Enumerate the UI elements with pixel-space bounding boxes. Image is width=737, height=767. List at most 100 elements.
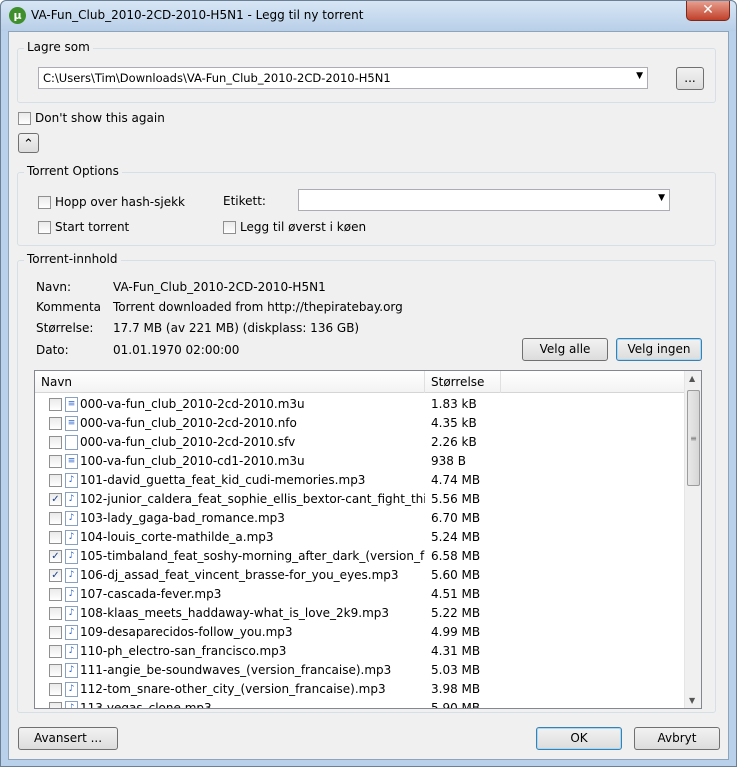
column-header-name[interactable]: Navn <box>35 371 425 393</box>
file-row[interactable]: ✓ ♪ 106-dj_assad_feat_vincent_brasse-for_y… <box>35 566 685 585</box>
scrollbar-thumb[interactable]: ≡ <box>687 390 700 486</box>
add-to-top-of-queue-checkbox[interactable]: Legg til øverst i køen <box>223 220 366 234</box>
dont-show-again-box[interactable] <box>18 111 31 125</box>
file-row[interactable]: ♪ 104-louis_corte-mathilde_a.mp3 5.24 MB <box>35 528 685 547</box>
audio-file-icon: ♪ <box>65 663 78 678</box>
title-bar[interactable]: µ VA-Fun_Club_2010-2CD-2010-H5N1 - Legg … <box>1 1 736 31</box>
file-row-checkbox[interactable] <box>49 398 62 411</box>
file-row-checkbox[interactable] <box>49 607 62 620</box>
name-label: Navn: <box>36 280 72 294</box>
column-header-size[interactable]: Størrelse <box>425 371 501 393</box>
file-row[interactable]: ♪ 109-desaparecidos-follow_you.mp3 4.99 MB <box>35 623 685 642</box>
file-size: 4.99 MB <box>431 625 481 639</box>
file-list[interactable]: Navn Størrelse ≡ 000-va-fun_club_2010-2cd… <box>34 370 702 709</box>
file-name: 110-ph_electro-san_francisco.mp3 <box>80 644 287 658</box>
file-row[interactable]: ♪ 111-angie_be-soundwaves_(version_franca… <box>35 661 685 680</box>
file-row-checkbox[interactable] <box>49 436 62 449</box>
file-size: 5.24 MB <box>431 530 481 544</box>
skip-hash-check-label: Hopp over hash-sjekk <box>55 195 186 209</box>
file-list-header: Navn Størrelse <box>35 371 685 393</box>
add-to-top-box[interactable] <box>223 220 236 234</box>
vertical-scrollbar[interactable]: ▲ ≡ ▼ <box>684 371 701 708</box>
file-row[interactable]: ≡ 000-va-fun_club_2010-2cd-2010.nfo 4.35 k… <box>35 414 685 433</box>
file-row[interactable]: ≡ 000-va-fun_club_2010-2cd-2010.m3u 1.83 k… <box>35 395 685 414</box>
dialog-body: Lagre som C:\Users\Tim\Downloads\VA-Fun_… <box>8 31 729 760</box>
file-size: 3.98 MB <box>431 682 481 696</box>
file-name: 108-klaas_meets_haddaway-what_is_love_2k… <box>80 606 390 620</box>
collapse-button[interactable]: ⌃ <box>18 133 39 153</box>
save-path-value: C:\Users\Tim\Downloads\VA-Fun_Club_2010-… <box>43 71 391 85</box>
file-row[interactable]: ♪ 101-david_guetta_feat_kid_cudi-memories… <box>35 471 685 490</box>
save-as-group-label: Lagre som <box>24 40 93 54</box>
file-row-checkbox[interactable] <box>49 588 62 601</box>
file-row-checkbox[interactable] <box>49 645 62 658</box>
file-row[interactable]: ♪ 112-tom_snare-other_city_(version_franc… <box>35 680 685 699</box>
browse-button[interactable]: ... <box>676 67 704 90</box>
file-row-checkbox[interactable] <box>49 702 62 708</box>
file-name: 103-lady_gaga-bad_romance.mp3 <box>80 511 285 525</box>
file-row-checkbox[interactable]: ✓ <box>49 493 62 506</box>
advanced-button[interactable]: Avansert ... <box>18 727 118 750</box>
start-torrent-checkbox[interactable]: Start torrent <box>38 220 129 234</box>
torrent-content-group-label: Torrent-innhold <box>24 252 121 266</box>
file-row[interactable]: ✓ ♪ 105-timbaland_feat_soshy-morning_after… <box>35 547 685 566</box>
file-row-checkbox[interactable]: ✓ <box>49 569 62 582</box>
cancel-button[interactable]: Avbryt <box>634 727 720 750</box>
file-row[interactable]: ♪ 110-ph_electro-san_francisco.mp3 4.31 MB <box>35 642 685 661</box>
audio-file-icon: ♪ <box>65 549 78 564</box>
file-row[interactable]: ♪ 108-klaas_meets_haddaway-what_is_love_2… <box>35 604 685 623</box>
label-combobox[interactable]: ▼ <box>298 189 670 211</box>
file-size: 6.70 MB <box>431 511 481 525</box>
select-all-button[interactable]: Velg alle <box>522 338 608 361</box>
audio-file-icon: ♪ <box>65 473 78 488</box>
file-row[interactable]: 000-va-fun_club_2010-2cd-2010.sfv 2.26 kB <box>35 433 685 452</box>
file-row[interactable]: ♪ 103-lady_gaga-bad_romance.mp3 6.70 MB <box>35 509 685 528</box>
file-row-checkbox[interactable] <box>49 512 62 525</box>
name-value: VA-Fun_Club_2010-2CD-2010-H5N1 <box>113 280 326 294</box>
size-label: Størrelse: <box>36 321 94 335</box>
audio-file-icon: ♪ <box>65 511 78 526</box>
add-torrent-dialog: µ VA-Fun_Club_2010-2CD-2010-H5N1 - Legg … <box>0 0 737 767</box>
size-value: 17.7 MB (av 221 MB) (diskplass: 136 GB) <box>113 321 360 335</box>
file-row-checkbox[interactable]: ✓ <box>49 550 62 563</box>
playlist-file-icon: ≡ <box>65 454 78 469</box>
double-chevron-up-icon: ⌃ <box>23 137 34 152</box>
select-none-button[interactable]: Velg ingen <box>616 338 702 361</box>
utorrent-icon: µ <box>9 7 26 24</box>
file-name: 101-david_guetta_feat_kid_cudi-memories.… <box>80 473 366 487</box>
file-rows: ≡ 000-va-fun_club_2010-2cd-2010.m3u 1.83 k… <box>35 395 685 708</box>
file-row[interactable]: ≡ 100-va-fun_club_2010-cd1-2010.m3u 938 B <box>35 452 685 471</box>
file-row-checkbox[interactable] <box>49 683 62 696</box>
file-row-checkbox[interactable] <box>49 626 62 639</box>
file-row[interactable]: ♪ 113-vegas_clone.mp3 5.90 MB <box>35 699 685 708</box>
comment-label: Kommenta <box>36 300 102 314</box>
file-row[interactable]: ♪ 107-cascada-fever.mp3 4.51 MB <box>35 585 685 604</box>
file-size: 4.74 MB <box>431 473 481 487</box>
file-size: 5.03 MB <box>431 663 481 677</box>
file-size: 2.26 kB <box>431 435 477 449</box>
file-size: 5.56 MB <box>431 492 481 506</box>
file-size: 6.58 MB <box>431 549 481 563</box>
save-path-combobox[interactable]: C:\Users\Tim\Downloads\VA-Fun_Club_2010-… <box>38 67 648 89</box>
audio-file-icon: ♪ <box>65 682 78 697</box>
file-row-checkbox[interactable] <box>49 455 62 468</box>
ok-button[interactable]: OK <box>536 727 622 750</box>
file-row-checkbox[interactable] <box>49 417 62 430</box>
file-row-checkbox[interactable] <box>49 474 62 487</box>
torrent-options-group-label: Torrent Options <box>24 164 122 178</box>
skip-hash-check-box[interactable] <box>38 195 51 209</box>
file-row[interactable]: ✓ ♪ 102-junior_caldera_feat_sophie_ellis_b… <box>35 490 685 509</box>
audio-file-icon: ♪ <box>65 587 78 602</box>
chevron-down-icon: ▼ <box>658 193 665 203</box>
file-row-checkbox[interactable] <box>49 531 62 544</box>
scroll-up-icon[interactable]: ▲ <box>689 374 695 383</box>
skip-hash-check-checkbox[interactable]: Hopp over hash-sjekk <box>38 195 185 209</box>
file-row-checkbox[interactable] <box>49 664 62 677</box>
file-name: 107-cascada-fever.mp3 <box>80 587 222 601</box>
dont-show-again-checkbox[interactable]: Don't show this again <box>18 111 165 125</box>
start-torrent-box[interactable] <box>38 220 51 234</box>
audio-file-icon: ♪ <box>65 492 78 507</box>
close-button[interactable]: ✕ <box>686 1 730 21</box>
file-name: 111-angie_be-soundwaves_(version_francai… <box>80 663 392 677</box>
scroll-down-icon[interactable]: ▼ <box>689 696 695 705</box>
